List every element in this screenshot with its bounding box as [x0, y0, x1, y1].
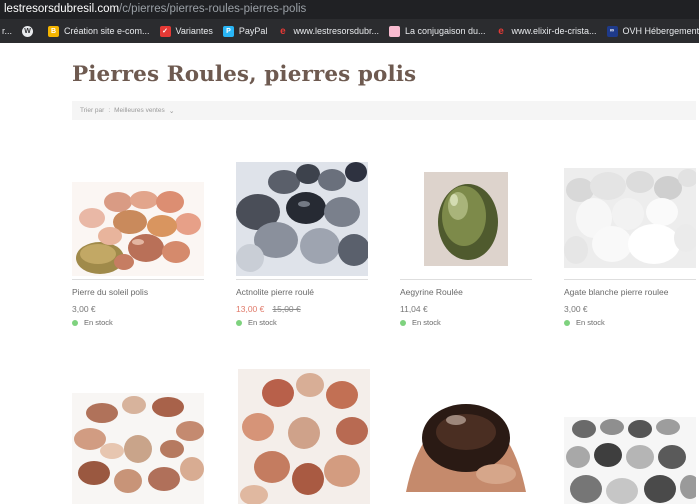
product-card[interactable]: [238, 369, 370, 504]
product-name[interactable]: Actnolite pierre roulé: [236, 287, 314, 297]
bookmarks-bar: r... W B Création site e-com... ✓ Varian…: [0, 19, 699, 43]
product-name[interactable]: Agate blanche pierre roulee: [564, 287, 668, 297]
in-stock-dot: [400, 319, 406, 326]
bookmark-8[interactable]: ∞ OVH Hébergement...: [602, 19, 699, 43]
product-price: 3,00 €: [72, 304, 96, 314]
url-host: lestresorsdubresil.com: [4, 3, 120, 15]
product-image[interactable]: [564, 417, 699, 504]
in-stock-dot: [236, 319, 242, 326]
stock-status: En stock: [236, 318, 277, 327]
product-card[interactable]: Aegyrine Roulée 11,04 € En stock: [400, 162, 532, 342]
bookmark-label: La conjugaison du...: [404, 26, 486, 36]
page-title: Pierres Roules, pierres polis: [72, 62, 417, 87]
e-icon: e: [498, 25, 504, 37]
bookmark-icon: B: [48, 25, 60, 37]
price-old: 15,00 €: [272, 304, 301, 314]
bookmark-label: r...: [2, 26, 13, 36]
bookmark-7[interactable]: e www.elixir-de-crista...: [491, 19, 602, 43]
stock-status: En stock: [400, 318, 441, 327]
bookmark-label: Création site e-com...: [64, 26, 150, 36]
bookmark-0[interactable]: r...: [0, 19, 17, 43]
divider: [564, 279, 696, 280]
bookmark-label: www.lestresorsdubr...: [293, 26, 379, 36]
price-current: 11,04 €: [400, 304, 428, 314]
divider: [72, 279, 204, 280]
product-card[interactable]: [400, 392, 532, 504]
in-stock-dot: [72, 319, 78, 326]
product-card[interactable]: Actnolite pierre roulé 13,00 € 15,00 € En…: [236, 162, 370, 342]
pink-square-icon: [388, 25, 400, 37]
bookmark-label: PayPal: [238, 26, 268, 36]
wordpress-icon: W: [22, 25, 34, 37]
stock-status: En stock: [72, 318, 113, 327]
product-image[interactable]: [564, 168, 698, 268]
paypal-icon: P: [222, 25, 234, 37]
sort-bar[interactable]: Trier par : Meilleures ventes ⌄: [72, 101, 696, 120]
product-price: 13,00 € 15,00 €: [236, 304, 301, 314]
bookmark-5[interactable]: e www.lestresorsdubr...: [272, 19, 384, 43]
sort-label: Trier par: [80, 107, 105, 114]
price-current: 3,00 €: [564, 304, 588, 314]
product-card[interactable]: Pierre du soleil polis 3,00 € En stock: [72, 172, 204, 342]
url-path: /c/pierres/pierres-roules-pierres-polis: [119, 3, 307, 15]
address-bar[interactable]: lestresorsdubresil.com/c/pierres/pierres…: [0, 0, 699, 19]
divider: [400, 279, 532, 280]
product-card[interactable]: [72, 393, 204, 504]
bookmark-4[interactable]: P PayPal: [218, 19, 273, 43]
red-square-icon: ✓: [159, 25, 171, 37]
product-card[interactable]: [564, 417, 699, 504]
bookmark-6[interactable]: La conjugaison du...: [384, 19, 491, 43]
product-image[interactable]: [72, 182, 204, 276]
product-image[interactable]: [424, 172, 508, 266]
stock-label: En stock: [248, 318, 277, 327]
bookmark-1[interactable]: W: [17, 19, 43, 43]
sort-separator: :: [108, 107, 111, 114]
chevron-down-icon: ⌄: [168, 107, 175, 115]
stock-label: En stock: [84, 318, 113, 327]
divider: [236, 279, 368, 280]
product-image[interactable]: [400, 392, 532, 504]
stock-status: En stock: [564, 318, 605, 327]
product-image[interactable]: [238, 369, 370, 504]
price-current: 3,00 €: [72, 304, 96, 314]
in-stock-dot: [564, 319, 570, 326]
bookmark-label: Variantes: [175, 26, 213, 36]
stock-label: En stock: [412, 318, 441, 327]
product-price: 3,00 €: [564, 304, 588, 314]
product-card[interactable]: Agate blanche pierre roulee 3,00 € En st…: [564, 162, 698, 342]
bookmark-2[interactable]: B Création site e-com...: [43, 19, 155, 43]
product-name[interactable]: Aegyrine Roulée: [400, 287, 463, 297]
stock-label: En stock: [576, 318, 605, 327]
product-image[interactable]: [236, 162, 370, 276]
ovh-icon: ∞: [606, 25, 618, 37]
product-name[interactable]: Pierre du soleil polis: [72, 287, 148, 297]
product-image[interactable]: [72, 393, 204, 504]
price-current: 13,00 €: [236, 304, 265, 314]
bookmark-3[interactable]: ✓ Variantes: [155, 19, 218, 43]
sort-value: Meilleures ventes: [114, 107, 165, 114]
bookmark-label: OVH Hébergement...: [622, 26, 699, 36]
e-icon: e: [280, 25, 286, 37]
product-price: 11,04 €: [400, 304, 428, 314]
bookmark-label: www.elixir-de-crista...: [511, 26, 597, 36]
